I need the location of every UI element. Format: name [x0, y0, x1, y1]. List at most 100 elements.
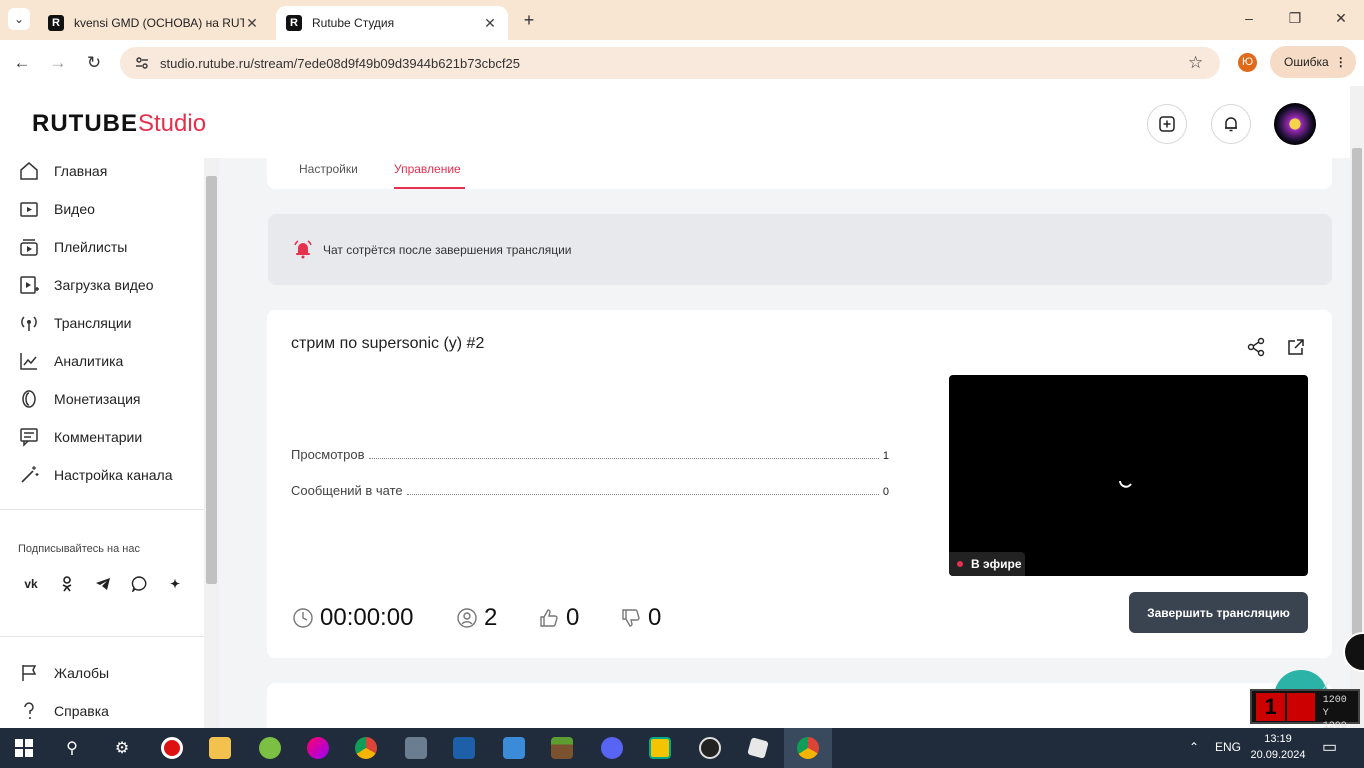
roblox-app[interactable]: [734, 728, 782, 768]
chrome-icon: [797, 737, 819, 759]
create-button[interactable]: [1147, 104, 1187, 144]
sidebar-divider: [0, 509, 204, 510]
minimize-button[interactable]: –: [1238, 10, 1260, 30]
flag-icon: [22, 665, 37, 681]
sidebar-item-label: Трансляции: [54, 315, 132, 331]
forward-button[interactable]: →: [46, 51, 70, 75]
tab-management[interactable]: Управление: [394, 162, 461, 176]
new-tab-button[interactable]: +: [518, 9, 540, 31]
restore-button[interactable]: ❐: [1284, 10, 1306, 30]
sidebar-item-analytics[interactable]: Аналитика: [18, 349, 123, 373]
profile-avatar[interactable]: Ю: [1238, 53, 1257, 72]
clock[interactable]: 13:19 20.09.2024: [1250, 731, 1306, 763]
search-button[interactable]: ⚲: [48, 728, 96, 768]
dzen-icon[interactable]: ✦: [163, 572, 187, 596]
windows-icon: [15, 739, 33, 757]
geometry-dash-app[interactable]: [636, 728, 684, 768]
sidebar-item-comments[interactable]: Комментарии: [18, 425, 142, 449]
browser-tab-active[interactable]: R Rutube Студия ✕: [276, 6, 508, 40]
sidebar-item-home[interactable]: Главная: [18, 159, 107, 183]
discord-icon: [601, 737, 623, 759]
stream-title: стрим по supersonic (y) #2: [291, 335, 485, 352]
sidebar-divider: [0, 636, 204, 637]
help-icon: [24, 702, 34, 719]
chrome-icon: [355, 737, 377, 759]
alarm-bell-icon: [294, 240, 312, 259]
settings-app[interactable]: ⚙: [98, 728, 146, 768]
channel-avatar[interactable]: [1274, 103, 1316, 145]
sidebar-item-label: Комментарии: [54, 429, 143, 445]
bookmark-star-icon[interactable]: ☆: [1188, 53, 1203, 73]
mail-app[interactable]: [490, 728, 538, 768]
stat-label: Сообщений в чате: [291, 483, 403, 498]
ok-icon[interactable]: [55, 572, 79, 596]
sidebar-item-broadcasts[interactable]: Трансляции: [18, 311, 131, 335]
sidebar-item-upload[interactable]: Загрузка видео: [18, 273, 154, 297]
recorder-app[interactable]: [148, 728, 196, 768]
vk-icon[interactable]: vk: [19, 572, 43, 596]
viewers-metric: 2: [456, 604, 497, 632]
paint-app[interactable]: [294, 728, 342, 768]
telegram-icon[interactable]: [91, 572, 115, 596]
explorer-app[interactable]: [196, 728, 244, 768]
record-icon: [161, 737, 183, 759]
arrow-right-icon: →: [49, 53, 67, 72]
reload-button[interactable]: ↻: [82, 51, 106, 75]
sidebar-item-channel-settings[interactable]: Настройка канала: [18, 463, 173, 487]
sidebar-item-complaints[interactable]: Жалобы: [18, 661, 109, 685]
notifications-button[interactable]: [1211, 104, 1251, 144]
chevron-down-icon: ⌄: [13, 12, 25, 26]
tab-close-icon[interactable]: ✕: [482, 15, 498, 32]
notifications-icon[interactable]: ▭: [1322, 737, 1337, 757]
calculator-app[interactable]: [392, 728, 440, 768]
site-settings-icon[interactable]: [134, 55, 150, 71]
rutube-favicon-icon: R: [286, 15, 302, 31]
end-stream-button[interactable]: Завершить трансляцию: [1129, 592, 1308, 633]
analytics-icon: [20, 353, 37, 370]
obs-icon: [699, 737, 721, 759]
sidebar-item-label: Загрузка видео: [54, 277, 154, 293]
sidebar-item-playlists[interactable]: Плейлисты: [18, 235, 127, 259]
sidebar-item-help[interactable]: Справка: [18, 699, 109, 723]
page-scrollbar-thumb[interactable]: [1352, 148, 1362, 638]
more-vertical-icon: ⋮: [1334, 55, 1347, 69]
rutube-studio-logo[interactable]: RUTUBEStudio: [32, 110, 206, 138]
start-button[interactable]: [0, 728, 48, 768]
address-bar[interactable]: studio.rutube.ru/stream/7ede08d9f49b09d3…: [120, 47, 1220, 79]
tab-search-button[interactable]: ⌄: [8, 8, 30, 30]
search-icon: ⚲: [66, 740, 78, 757]
stat-chat-messages-row: Сообщений в чате 0: [291, 483, 889, 498]
external-link-icon[interactable]: [1286, 337, 1306, 357]
chrome-app[interactable]: [342, 728, 390, 768]
mail-icon: [503, 737, 525, 759]
language-indicator[interactable]: ENG: [1215, 740, 1241, 754]
torrent-app[interactable]: [246, 728, 294, 768]
sidebar-scrollbar-thumb[interactable]: [206, 176, 217, 584]
comments-icon: [20, 428, 38, 447]
tab-title: kvensi GMD (ОСНОВА) на RUTUBE: [74, 16, 244, 30]
sidebar-item-label: Аналитика: [54, 353, 124, 369]
obs-app[interactable]: [686, 728, 734, 768]
v-app[interactable]: [440, 728, 488, 768]
error-button[interactable]: Ошибка ⋮: [1270, 46, 1356, 78]
minecraft-app[interactable]: [538, 728, 586, 768]
close-window-button[interactable]: ✕: [1330, 10, 1352, 30]
discord-app[interactable]: [588, 728, 636, 768]
tab-settings[interactable]: Настройки: [299, 162, 358, 176]
sidebar-item-video[interactable]: Видео: [18, 197, 95, 221]
sidebar-item-monetization[interactable]: Монетизация: [18, 387, 141, 411]
geometry-dash-icon: [649, 737, 671, 759]
back-button[interactable]: ←: [10, 51, 34, 75]
share-icon[interactable]: [1246, 337, 1266, 357]
browser-tab[interactable]: R kvensi GMD (ОСНОВА) на RUTUBE ✕: [38, 6, 270, 40]
plus-square-icon: [1159, 116, 1175, 132]
stat-value: 0: [882, 486, 889, 498]
tray-chevron-up-icon[interactable]: ⌃: [1189, 740, 1199, 754]
likes-value: 0: [566, 604, 580, 631]
arrow-left-icon: ←: [13, 53, 31, 72]
viber-icon[interactable]: [127, 572, 151, 596]
stat-views-row: Просмотров 1: [291, 447, 889, 462]
chrome-profile-app[interactable]: [784, 728, 832, 768]
tab-close-icon[interactable]: ✕: [244, 15, 260, 32]
bell-icon: [1225, 117, 1237, 132]
